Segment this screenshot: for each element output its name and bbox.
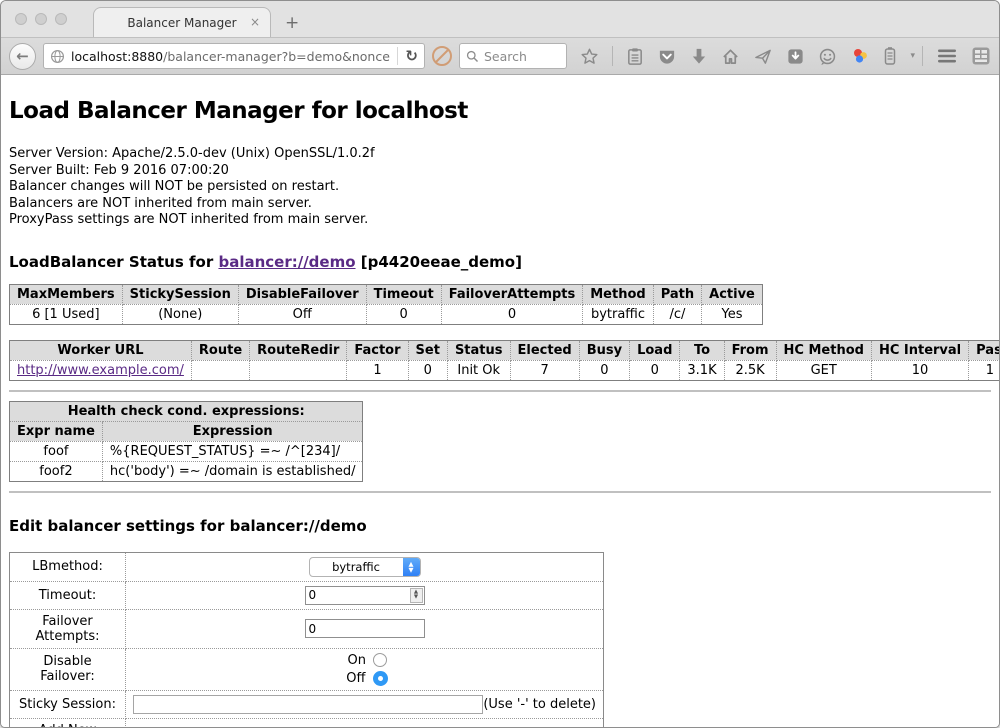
feedback-smiley-icon[interactable]	[818, 47, 837, 66]
toolbar-icons: ▾	[580, 46, 915, 66]
timeout-label: Timeout:	[10, 581, 126, 609]
status-heading: LoadBalancer Status for balancer://demo …	[9, 253, 991, 271]
disable-failover-row: Disable Failover: On Off	[10, 648, 604, 690]
reading-list-icon[interactable]	[626, 47, 644, 66]
table-row: foof %{REQUEST_STATUS} =~ /^[234]/	[10, 441, 363, 461]
bookmark-star-icon[interactable]	[580, 47, 599, 66]
edit-settings-heading: Edit balancer settings for balancer://de…	[9, 517, 991, 535]
timeout-row: Timeout: ▲▼	[10, 581, 604, 609]
disable-failover-label: Disable Failover:	[10, 648, 126, 690]
disable-failover-on-radio[interactable]	[373, 653, 387, 667]
close-tab-icon[interactable]: ×	[250, 15, 260, 29]
divider	[9, 390, 991, 392]
table-header-row: MaxMembers StickySession DisableFailover…	[10, 284, 763, 304]
persist-notice: Balancer changes will NOT be persisted o…	[9, 179, 991, 196]
radio-off-label: Off	[342, 671, 366, 686]
menu-hamburger-icon[interactable]	[937, 48, 957, 64]
minimize-window-button[interactable]	[35, 13, 47, 25]
page-content: Load Balancer Manager for localhost Serv…	[1, 75, 999, 727]
reload-icon[interactable]: ↻	[397, 47, 418, 65]
chevron-down-icon[interactable]: ▾	[910, 51, 915, 61]
toolbar-separator	[612, 46, 613, 66]
failover-attempts-input[interactable]	[305, 619, 425, 638]
worker-table: Worker URL Route RouteRedir Factor Set S…	[9, 340, 999, 381]
send-tab-icon[interactable]	[753, 47, 773, 66]
radio-on-label: On	[342, 653, 366, 668]
page-title: Load Balancer Manager for localhost	[9, 98, 991, 124]
search-icon	[466, 50, 479, 63]
toolbar-right-group	[922, 46, 991, 66]
navigation-toolbar: ← localhost:8880/balancer-manager?b=demo…	[1, 37, 999, 75]
downloads-icon[interactable]	[690, 47, 708, 66]
table-title-row: Health check cond. expressions:	[10, 401, 363, 421]
edit-settings-form: LBmethod: bytraffic ▲▼ Timeout: ▲▼	[9, 552, 604, 728]
toolbar-separator	[922, 46, 923, 66]
table-row: 6 [1 Used] (None) Off 0 0 bytraffic /c/ …	[10, 304, 763, 324]
home-icon[interactable]	[721, 47, 740, 66]
grid-extension-icon[interactable]	[971, 46, 991, 66]
color-picker-extension-icon[interactable]	[850, 46, 870, 66]
health-check-table: Health check cond. expressions: Expr nam…	[9, 401, 363, 482]
table-row: foof2 hc('body') =~ /domain is establish…	[10, 461, 363, 481]
sticky-session-input[interactable]	[133, 695, 483, 714]
divider	[9, 491, 991, 493]
content-blocked-icon[interactable]	[432, 46, 452, 66]
globe-icon	[50, 49, 65, 64]
lbmethod-select[interactable]: bytraffic ▲▼	[309, 557, 421, 577]
add-worker-row: Add New Worker: Are you sure?	[10, 718, 604, 727]
table-header-row: Worker URL Route RouteRedir Factor Set S…	[10, 340, 1000, 360]
window-controls[interactable]	[15, 13, 67, 25]
inherit-notice: Balancers are NOT inherited from main se…	[9, 196, 991, 213]
sticky-session-row: Sticky Session: (Use '-' to delete)	[10, 690, 604, 718]
zoom-window-button[interactable]	[55, 13, 67, 25]
disable-failover-off-radio[interactable]	[373, 671, 388, 686]
browser-window: Balancer Manager × + ← localhost:8880/ba…	[0, 0, 1000, 728]
close-window-button[interactable]	[15, 13, 27, 25]
select-stepper-icon: ▲▼	[403, 557, 420, 577]
lbmethod-row: LBmethod: bytraffic ▲▼	[10, 552, 604, 581]
pocket-icon[interactable]	[657, 47, 677, 66]
tab-balancer-manager[interactable]: Balancer Manager ×	[93, 7, 271, 37]
search-placeholder: Search	[484, 49, 527, 64]
proxypass-notice: ProxyPass settings are NOT inherited fro…	[9, 212, 991, 229]
table-header-row: Expr name Expression	[10, 421, 363, 441]
new-tab-button[interactable]: +	[285, 13, 299, 33]
failover-attempts-row: Failover Attempts:	[10, 609, 604, 648]
table-row: http://www.example.com/ 1 0 Init Ok 7 0 …	[10, 360, 1000, 380]
worker-url-link[interactable]: http://www.example.com/	[17, 363, 184, 378]
number-stepper-icon[interactable]: ▲▼	[410, 588, 423, 603]
server-built: Server Built: Feb 9 2016 07:00:20	[9, 163, 991, 180]
balancer-link[interactable]: balancer://demo	[218, 253, 355, 271]
balancer-status-table: MaxMembers StickySession DisableFailover…	[9, 284, 763, 325]
server-info: Server Version: Apache/2.5.0-dev (Unix) …	[9, 146, 991, 229]
sticky-session-hint: (Use '-' to delete)	[483, 697, 598, 712]
tab-title: Balancer Manager	[127, 16, 236, 30]
back-button[interactable]: ←	[9, 43, 36, 70]
search-bar[interactable]: Search	[459, 43, 567, 69]
add-worker-label: Add New Worker:	[10, 718, 126, 727]
url-bar[interactable]: localhost:8880/balancer-manager?b=demo&n…	[43, 43, 425, 69]
battery-extension-icon[interactable]	[883, 46, 897, 66]
server-version: Server Version: Apache/2.5.0-dev (Unix) …	[9, 146, 991, 163]
lbmethod-label: LBmethod:	[10, 552, 126, 581]
tab-bar: Balancer Manager × +	[1, 1, 999, 37]
sticky-session-label: Sticky Session:	[10, 690, 126, 718]
save-page-icon[interactable]	[786, 47, 805, 66]
url-text[interactable]: localhost:8880/balancer-manager?b=demo&n…	[71, 49, 391, 64]
failover-attempts-label: Failover Attempts:	[10, 609, 126, 648]
timeout-input[interactable]	[305, 586, 425, 605]
